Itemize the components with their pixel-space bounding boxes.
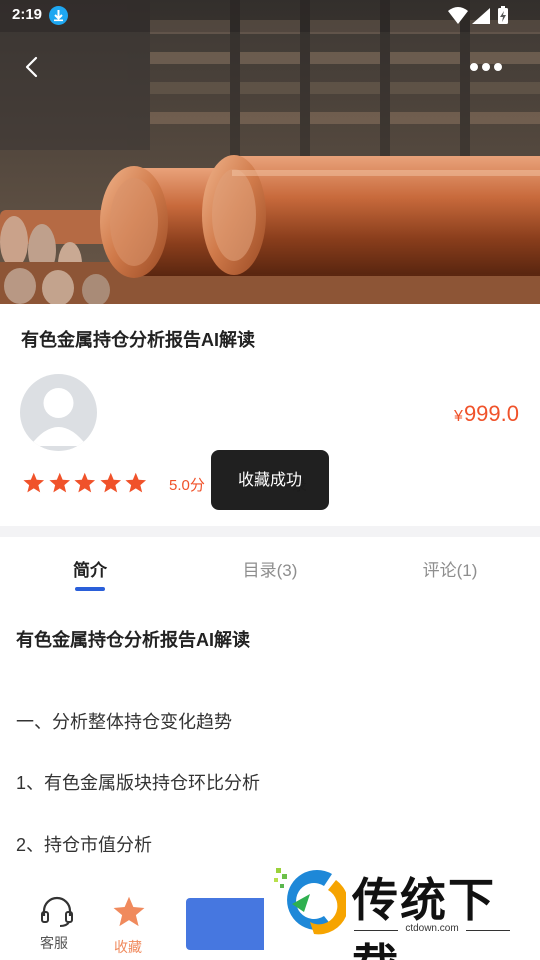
avatar[interactable] (20, 374, 97, 451)
content-paragraph: 1、有色金属版块持仓环比分析 (16, 773, 261, 793)
battery-icon (498, 6, 508, 24)
product-title: 有色金属持仓分析报告AI解读 (21, 330, 255, 350)
price-value: 999.0 (463, 401, 519, 426)
customer-service-button[interactable] (36, 896, 78, 932)
tab-intro[interactable]: 简介 (0, 556, 180, 581)
star-icon (23, 472, 45, 493)
price: ¥999.0 (454, 401, 519, 427)
price-currency: ¥ (454, 408, 463, 425)
more-dots-icon (470, 63, 502, 71)
rating-score: 5.0分 (169, 477, 205, 494)
tab-catalog[interactable]: 目录(3) (180, 556, 360, 581)
download-notification-icon (49, 6, 68, 25)
status-icons (446, 6, 526, 30)
status-bar: 2:19 (0, 0, 540, 32)
star-icon (48, 472, 70, 493)
more-button[interactable] (468, 56, 504, 78)
watermark-logo (270, 864, 349, 938)
star-icon (125, 472, 147, 493)
primary-action-button[interactable] (186, 898, 264, 950)
favorite-button[interactable] (109, 894, 149, 934)
hero-image (0, 0, 540, 304)
toast-message: 收藏成功 (211, 450, 329, 510)
default-avatar-icon (30, 388, 87, 446)
status-time: 2:19 (12, 6, 43, 23)
customer-service-label: 客服 (40, 936, 68, 952)
star-icon (74, 472, 96, 493)
headset-icon (41, 896, 73, 927)
watermark-brand: 传统下载 (352, 873, 496, 960)
wifi-icon (448, 7, 468, 24)
star-icon (99, 472, 121, 493)
star-icon (113, 896, 145, 927)
back-arrow-icon (25, 56, 38, 78)
back-button[interactable] (14, 50, 50, 86)
signal-icon (472, 8, 490, 24)
content-paragraph: 2、持仓市值分析 (16, 835, 153, 855)
tab-comments[interactable]: 评论(1) (360, 556, 540, 581)
favorite-label: 收藏 (114, 940, 142, 956)
watermark-url: ctdown.com (354, 923, 510, 937)
content-title: 有色金属持仓分析报告AI解读 (16, 630, 250, 650)
rating-stars (21, 471, 149, 497)
section-divider (0, 526, 540, 537)
tab-indicator (75, 587, 105, 591)
content-paragraph: 一、分析整体持仓变化趋势 (16, 712, 232, 732)
